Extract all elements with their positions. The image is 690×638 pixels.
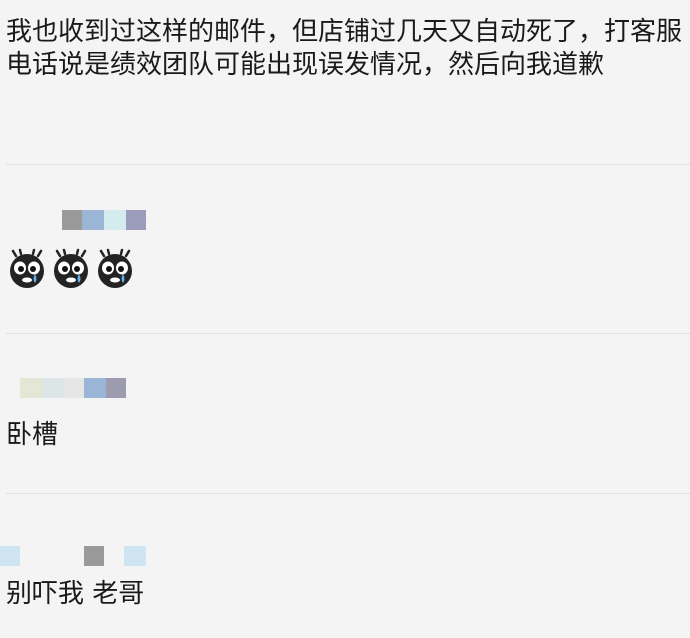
username-pixelated[interactable] <box>62 210 146 230</box>
comment-item: 我也收到过这样的邮件，但店铺过几天又自动死了，打客服电话说是绩效团队可能出现误发… <box>0 16 690 82</box>
comment-text: 别吓我 老哥 <box>6 579 145 609</box>
crying-face-icon <box>54 248 88 288</box>
emoji-row <box>6 248 136 290</box>
username-pixelated[interactable] <box>20 378 126 398</box>
comment-item: 卧槽 <box>0 419 690 452</box>
comment-text: 卧槽 <box>6 420 59 450</box>
comment-text: 我也收到过这样的邮件，但店铺过几天又自动死了，打客服电话说是绩效团队可能出现误发… <box>6 17 683 80</box>
comment-item: 别吓我 老哥 <box>0 578 690 611</box>
cut-off-text: 1111 <box>6 0 42 4</box>
divider <box>6 164 690 165</box>
crying-face-icon <box>10 248 44 288</box>
username-pixelated[interactable] <box>0 546 146 566</box>
divider <box>6 493 690 494</box>
crying-face-icon <box>98 248 132 288</box>
divider <box>6 333 690 334</box>
